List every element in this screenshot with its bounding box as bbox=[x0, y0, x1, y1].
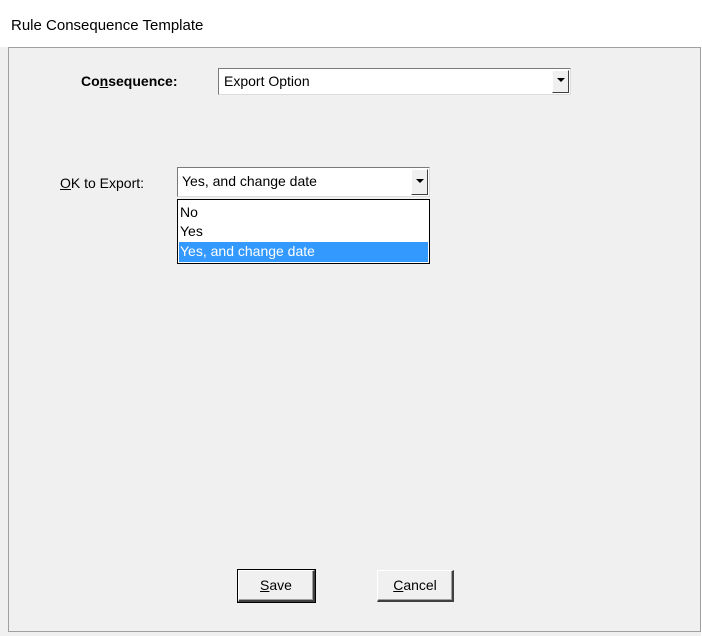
ok-to-export-label-post: K to Export: bbox=[70, 175, 145, 191]
chevron-down-icon bbox=[416, 179, 424, 183]
title-bar[interactable]: Rule Consequence Template bbox=[0, 0, 702, 47]
consequence-label-post: sequence: bbox=[108, 73, 178, 89]
dropdown-option-yes[interactable]: Yes bbox=[179, 222, 428, 241]
consequence-value: Export Option bbox=[224, 73, 310, 89]
cancel-button[interactable]: Cancel bbox=[377, 570, 454, 602]
dropdown-option-no[interactable]: No bbox=[179, 203, 428, 222]
consequence-label: Consequence: bbox=[81, 73, 177, 89]
dialog-window: Rule Consequence Template Consequence: E… bbox=[0, 0, 702, 636]
window-title: Rule Consequence Template bbox=[11, 17, 204, 34]
chevron-down-icon bbox=[557, 78, 565, 82]
ok-to-export-label: OK to Export: bbox=[60, 175, 144, 191]
ok-to-export-combo[interactable]: Yes, and change date bbox=[177, 167, 430, 197]
dialog-body bbox=[8, 47, 701, 632]
ok-to-export-value: Yes, and change date bbox=[182, 173, 317, 189]
save-button[interactable]: Save bbox=[238, 570, 315, 602]
consequence-combo[interactable]: Export Option bbox=[218, 68, 571, 95]
cancel-button-label: ancel bbox=[403, 577, 437, 593]
dropdown-option-yes-change-date[interactable]: Yes, and change date bbox=[179, 242, 428, 262]
save-button-label: ave bbox=[269, 577, 292, 593]
ok-to-export-dropdown-button[interactable] bbox=[411, 169, 428, 195]
cancel-button-mnemonic: C bbox=[393, 577, 404, 593]
consequence-label-pre: Co bbox=[81, 73, 100, 89]
ok-to-export-label-mnemonic: O bbox=[60, 175, 71, 191]
consequence-dropdown-button[interactable] bbox=[552, 70, 569, 93]
consequence-label-mnemonic: n bbox=[99, 73, 109, 89]
save-button-mnemonic: S bbox=[260, 577, 270, 593]
ok-to-export-dropdown-list[interactable]: No Yes Yes, and change date bbox=[177, 199, 430, 264]
